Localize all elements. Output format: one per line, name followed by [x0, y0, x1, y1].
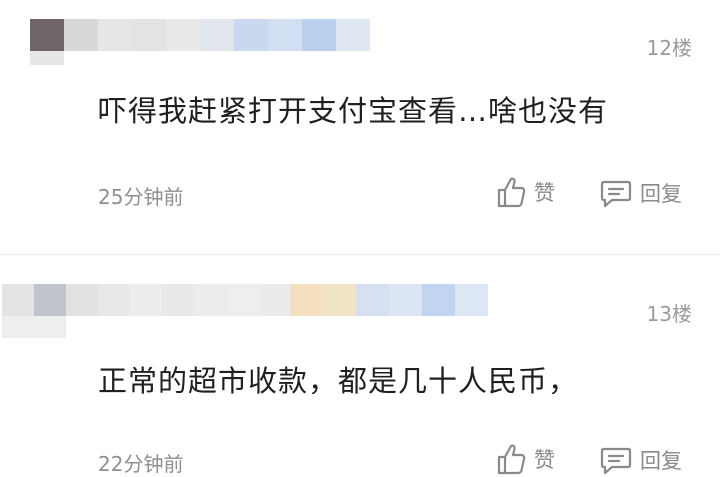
reply-button[interactable]: 回复: [600, 445, 682, 475]
thumbs-up-icon: [496, 443, 526, 475]
comment-text: 吓得我赶紧打开支付宝查看…啥也没有: [98, 94, 609, 128]
like-label: 赞: [534, 448, 555, 472]
comment-item: 12楼 吓得我赶紧打开支付宝查看…啥也没有 25分钟前 赞 回复: [0, 0, 720, 254]
blurred-avatar: [30, 51, 64, 65]
blurred-user-info: [30, 19, 370, 51]
comment-feed: 12楼 吓得我赶紧打开支付宝查看…啥也没有 25分钟前 赞 回复 13楼 正常的…: [0, 0, 720, 477]
reply-button[interactable]: 回复: [600, 178, 682, 208]
comment-bubble-icon: [600, 445, 632, 475]
comment-item: 13楼 正常的超市收款，都是几十人民币， 22分钟前 赞 回复: [0, 255, 720, 477]
reply-label: 回复: [640, 182, 682, 206]
like-label: 赞: [534, 181, 555, 205]
comment-time: 22分钟前: [98, 452, 184, 476]
blurred-avatar: [2, 316, 66, 338]
floor-number: 12楼: [646, 36, 692, 60]
like-button[interactable]: 赞: [496, 176, 555, 208]
thumbs-up-icon: [496, 176, 526, 208]
comment-text: 正常的超市收款，都是几十人民币，: [98, 364, 579, 398]
like-button[interactable]: 赞: [496, 443, 555, 475]
reply-label: 回复: [640, 449, 682, 473]
comment-time: 25分钟前: [98, 185, 184, 209]
comment-bubble-icon: [600, 178, 632, 208]
floor-number: 13楼: [646, 302, 692, 326]
blurred-user-info: [2, 284, 488, 316]
